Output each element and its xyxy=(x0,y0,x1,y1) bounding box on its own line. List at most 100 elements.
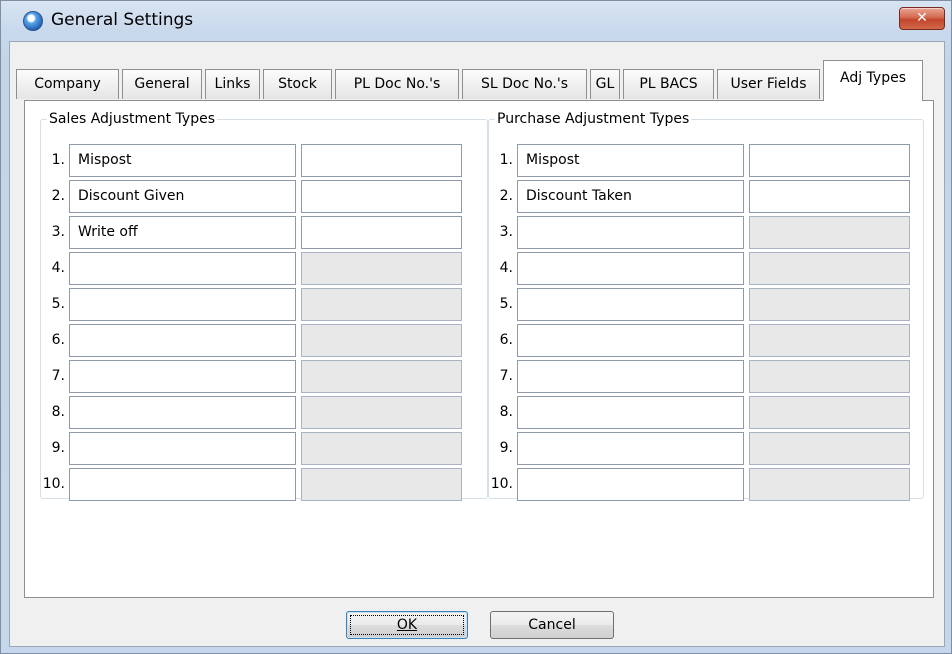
sales-type-code-field[interactable] xyxy=(301,144,462,177)
sales-row: 6. xyxy=(41,324,487,358)
app-globe-icon xyxy=(23,11,43,31)
purchase-row-number: 1. xyxy=(499,152,513,168)
sales-row-number: 3. xyxy=(51,224,65,240)
sales-type-name-field[interactable] xyxy=(69,432,296,465)
purchase-row: 7. xyxy=(489,360,923,394)
sales-row: 9. xyxy=(41,432,487,466)
purchase-row-number: 10. xyxy=(490,476,513,492)
sales-type-name-field[interactable] xyxy=(69,396,296,429)
purchase-type-name-field[interactable] xyxy=(517,432,744,465)
purchase-type-code-field xyxy=(749,396,910,429)
purchase-type-code-field xyxy=(749,252,910,285)
focus-ring xyxy=(350,615,464,635)
adj-types-panel: Sales Adjustment Types 1. Mispost 2. Discou… xyxy=(24,100,934,598)
sales-row-number: 8. xyxy=(51,404,65,420)
sales-type-name-field[interactable]: Discount Given xyxy=(69,180,296,213)
purchase-type-code-field xyxy=(749,360,910,393)
purchase-row: 2. Discount Taken xyxy=(489,180,923,214)
sales-row: 10. xyxy=(41,468,487,502)
purchase-row: 1. Mispost xyxy=(489,144,923,178)
cancel-button[interactable]: Cancel xyxy=(490,611,614,639)
purchase-row: 4. xyxy=(489,252,923,286)
tab-sl-doc-no-s[interactable]: SL Doc No.'s xyxy=(462,69,587,99)
tab-links[interactable]: Links xyxy=(205,69,260,99)
purchase-type-code-field xyxy=(749,288,910,321)
purchase-type-code-field xyxy=(749,324,910,357)
purchase-type-name-field[interactable] xyxy=(517,288,744,321)
purchase-row-number: 4. xyxy=(499,260,513,276)
purchase-type-name-field[interactable] xyxy=(517,252,744,285)
purchase-adjustment-group: Purchase Adjustment Types 1. Mispost 2. Dis… xyxy=(488,111,924,502)
sales-type-code-field[interactable] xyxy=(301,180,462,213)
sales-row-number: 9. xyxy=(51,440,65,456)
purchase-row: 8. xyxy=(489,396,923,430)
purchase-row-number: 7. xyxy=(499,368,513,384)
sales-type-code-field xyxy=(301,324,462,357)
purchase-row-number: 8. xyxy=(499,404,513,420)
title-bar[interactable]: General Settings ✕ xyxy=(1,1,951,41)
purchase-row: 3. xyxy=(489,216,923,250)
sales-row-number: 2. xyxy=(51,188,65,204)
purchase-row-number: 3. xyxy=(499,224,513,240)
tab-gl[interactable]: GL xyxy=(590,69,620,99)
purchase-type-name-field[interactable]: Discount Taken xyxy=(517,180,744,213)
tab-stock[interactable]: Stock xyxy=(263,69,332,99)
purchase-row: 10. xyxy=(489,468,923,502)
ok-button[interactable]: OK xyxy=(346,611,468,639)
purchase-adjustment-legend: Purchase Adjustment Types xyxy=(497,111,690,127)
sales-row: 2. Discount Given xyxy=(41,180,487,214)
sales-type-code-field xyxy=(301,396,462,429)
sales-row: 1. Mispost xyxy=(41,144,487,178)
sales-type-code-field xyxy=(301,468,462,501)
purchase-row: 9. xyxy=(489,432,923,466)
close-button[interactable]: ✕ xyxy=(899,7,945,30)
tab-general[interactable]: General xyxy=(122,69,202,99)
sales-row-number: 10. xyxy=(42,476,65,492)
sales-row: 4. xyxy=(41,252,487,286)
window-title: General Settings xyxy=(51,10,194,30)
sales-row-number: 4. xyxy=(51,260,65,276)
sales-row-number: 5. xyxy=(51,296,65,312)
sales-row: 3. Write off xyxy=(41,216,487,250)
purchase-row-number: 5. xyxy=(499,296,513,312)
purchase-type-code-field[interactable] xyxy=(749,144,910,177)
sales-type-name-field[interactable] xyxy=(69,288,296,321)
sales-row-number: 7. xyxy=(51,368,65,384)
cancel-button-label: Cancel xyxy=(528,617,576,633)
purchase-type-name-field[interactable] xyxy=(517,360,744,393)
sales-type-code-field[interactable] xyxy=(301,216,462,249)
tab-adj-types[interactable]: Adj Types xyxy=(823,60,923,101)
sales-type-name-field[interactable] xyxy=(69,468,296,501)
purchase-row-number: 2. xyxy=(499,188,513,204)
sales-type-code-field xyxy=(301,288,462,321)
purchase-type-name-field[interactable] xyxy=(517,468,744,501)
sales-type-name-field[interactable] xyxy=(69,360,296,393)
purchase-row: 6. xyxy=(489,324,923,358)
purchase-type-name-field[interactable] xyxy=(517,324,744,357)
purchase-row: 5. xyxy=(489,288,923,322)
sales-type-code-field xyxy=(301,252,462,285)
tab-pl-doc-no-s[interactable]: PL Doc No.'s xyxy=(335,69,459,99)
sales-type-code-field xyxy=(301,360,462,393)
sales-row: 7. xyxy=(41,360,487,394)
tab-user-fields[interactable]: User Fields xyxy=(717,69,820,99)
purchase-type-name-field[interactable]: Mispost xyxy=(517,144,744,177)
sales-type-name-field[interactable]: Mispost xyxy=(69,144,296,177)
sales-type-name-field[interactable] xyxy=(69,324,296,357)
sales-type-name-field[interactable] xyxy=(69,252,296,285)
sales-row: 8. xyxy=(41,396,487,430)
sales-type-code-field xyxy=(301,432,462,465)
purchase-type-code-field xyxy=(749,432,910,465)
sales-adjustment-group: Sales Adjustment Types 1. Mispost 2. Discou… xyxy=(40,111,488,502)
sales-adjustment-legend: Sales Adjustment Types xyxy=(49,111,215,127)
tab-company[interactable]: Company xyxy=(16,69,119,99)
sales-type-name-field[interactable]: Write off xyxy=(69,216,296,249)
purchase-type-name-field[interactable] xyxy=(517,396,744,429)
purchase-type-name-field[interactable] xyxy=(517,216,744,249)
purchase-type-code-field xyxy=(749,216,910,249)
tab-pl-bacs[interactable]: PL BACS xyxy=(623,69,714,99)
purchase-type-code-field[interactable] xyxy=(749,180,910,213)
purchase-row-number: 6. xyxy=(499,332,513,348)
close-icon: ✕ xyxy=(916,10,928,26)
sales-row-number: 1. xyxy=(51,152,65,168)
